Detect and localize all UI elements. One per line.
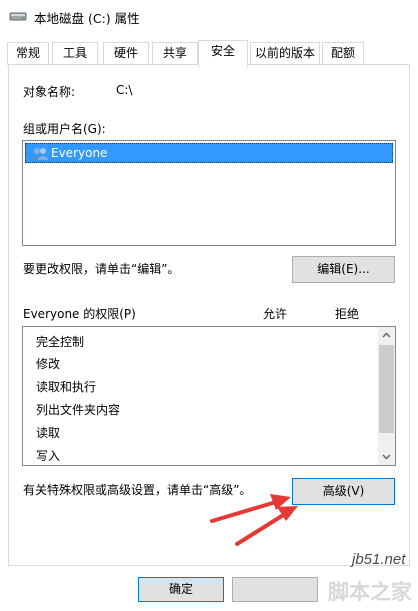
allow-column-header: 允许 (263, 307, 288, 321)
scrollbar-thumb[interactable] (379, 345, 394, 433)
permissions-list[interactable]: 完全控制 修改 读取和执行 列出文件夹内容 读取 写入 (22, 326, 396, 466)
tab-quota[interactable]: 配额 (322, 42, 364, 65)
list-item: 读取和执行 (36, 380, 97, 394)
watermark-name: 脚本之家 (328, 580, 412, 604)
list-item: 读取 (36, 426, 61, 440)
title-bar[interactable]: 本地磁盘 (C:) 属性 (0, 0, 418, 34)
list-item: 写入 (36, 449, 61, 463)
group-user-list[interactable]: Everyone (22, 140, 396, 246)
tab-previous-versions[interactable]: 以前的版本 (250, 42, 320, 65)
list-item: 完全控制 (36, 335, 85, 349)
list-item: 列出文件夹内容 (36, 403, 121, 417)
scroll-up-icon[interactable] (378, 327, 395, 344)
permissions-header: Everyone 的权限(P) (23, 307, 136, 321)
properties-window: 本地磁盘 (C:) 属性 常规 工具 硬件 共享 安全 以前的版本 配额 对象名… (0, 0, 418, 611)
advanced-hint-text: 有关特殊权限或高级设置，请单击“高级”。 (23, 483, 252, 497)
object-name-label: 对象名称: (23, 85, 76, 99)
watermark-site: jb51.net (352, 551, 406, 568)
list-item: 修改 (36, 357, 61, 371)
deny-column-header: 拒绝 (335, 307, 360, 321)
vertical-scrollbar[interactable] (378, 327, 395, 465)
tab-tools[interactable]: 工具 (52, 42, 98, 65)
window-title: 本地磁盘 (C:) 属性 (34, 11, 140, 26)
object-name-value: C:\ (116, 83, 133, 97)
ok-button[interactable]: 确定 (138, 577, 224, 602)
edit-button[interactable]: 编辑(E)... (292, 256, 395, 283)
tab-sharing[interactable]: 共享 (152, 42, 198, 65)
scroll-down-icon[interactable] (378, 448, 395, 465)
tab-hardware[interactable]: 硬件 (103, 42, 149, 65)
drive-icon (9, 12, 27, 21)
advanced-button[interactable]: 高级(V) (292, 478, 395, 505)
list-item[interactable]: Everyone (25, 143, 393, 163)
tab-strip: 常规 工具 硬件 共享 安全 以前的版本 配额 (0, 40, 418, 67)
users-icon (32, 148, 48, 160)
tab-general[interactable]: 常规 (7, 42, 49, 65)
group-list-label: 组或用户名(G): (23, 122, 106, 136)
group-item-label: Everyone (51, 146, 108, 160)
tab-security[interactable]: 安全 (198, 40, 248, 67)
edit-hint-text: 要更改权限，请单击“编辑”。 (23, 262, 180, 276)
cancel-button[interactable] (232, 577, 318, 602)
